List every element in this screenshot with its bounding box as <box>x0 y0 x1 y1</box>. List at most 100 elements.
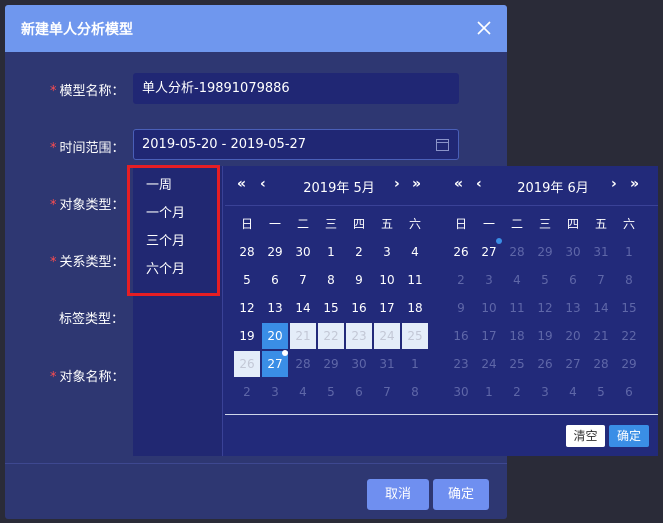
day-cell[interactable]: 26 <box>234 351 260 377</box>
day-cell[interactable]: 10 <box>374 267 400 293</box>
day-cell[interactable]: 29 <box>616 351 642 377</box>
day-cell[interactable]: 31 <box>374 351 400 377</box>
day-cell[interactable]: 3 <box>262 379 288 405</box>
day-cell[interactable]: 17 <box>374 295 400 321</box>
day-cell[interactable]: 20 <box>262 323 288 349</box>
next-month-icon-left[interactable]: › <box>394 176 400 192</box>
day-cell[interactable]: 6 <box>346 379 372 405</box>
day-cell[interactable]: 8 <box>318 267 344 293</box>
day-cell[interactable]: 2 <box>234 379 260 405</box>
weekday-header: 三 <box>538 217 551 231</box>
day-cell[interactable]: 12 <box>234 295 260 321</box>
weekday-header: 五 <box>380 217 393 231</box>
day-cell[interactable]: 18 <box>402 295 428 321</box>
time-range-input[interactable]: 2019-05-20 - 2019-05-27 <box>133 129 459 160</box>
day-cell[interactable]: 29 <box>262 239 288 265</box>
day-cell[interactable]: 1 <box>476 379 502 405</box>
day-cell[interactable]: 4 <box>402 239 428 265</box>
next-year-icon[interactable]: » <box>630 176 639 192</box>
day-cell[interactable]: 15 <box>616 295 642 321</box>
cancel-button[interactable]: 取消 <box>367 479 429 510</box>
day-cell[interactable]: 9 <box>448 295 474 321</box>
day-cell[interactable]: 7 <box>588 267 614 293</box>
day-cell[interactable]: 3 <box>532 379 558 405</box>
picker-footer: 清空 确定 <box>225 414 658 456</box>
day-cell[interactable]: 7 <box>374 379 400 405</box>
day-cell[interactable]: 18 <box>504 323 530 349</box>
day-cell[interactable]: 25 <box>402 323 428 349</box>
day-cell[interactable]: 29 <box>532 239 558 265</box>
next-year-icon-left[interactable]: » <box>412 176 421 192</box>
day-cell[interactable]: 27 <box>560 351 586 377</box>
day-cell[interactable]: 5 <box>532 267 558 293</box>
day-cell[interactable]: 20 <box>560 323 586 349</box>
weekday-header: 五 <box>594 217 607 231</box>
day-cell[interactable]: 30 <box>346 351 372 377</box>
day-cell[interactable]: 23 <box>448 351 474 377</box>
day-cell[interactable]: 5 <box>318 379 344 405</box>
day-cell[interactable]: 1 <box>616 239 642 265</box>
clear-button[interactable]: 清空 <box>566 425 605 447</box>
day-cell[interactable]: 11 <box>504 295 530 321</box>
day-cell[interactable]: 25 <box>504 351 530 377</box>
day-cell[interactable]: 22 <box>318 323 344 349</box>
day-cell[interactable]: 14 <box>290 295 316 321</box>
day-cell[interactable]: 6 <box>262 267 288 293</box>
day-cell[interactable]: 21 <box>588 323 614 349</box>
day-cell[interactable]: 30 <box>290 239 316 265</box>
day-cell[interactable]: 12 <box>532 295 558 321</box>
day-cell[interactable]: 1 <box>402 351 428 377</box>
day-cell[interactable]: 19 <box>532 323 558 349</box>
day-cell[interactable]: 2 <box>504 379 530 405</box>
picker-ok-button[interactable]: 确定 <box>609 425 649 447</box>
day-cell[interactable]: 14 <box>588 295 614 321</box>
day-cell[interactable]: 31 <box>588 239 614 265</box>
day-cell[interactable]: 26 <box>532 351 558 377</box>
day-cell[interactable]: 4 <box>560 379 586 405</box>
day-cell[interactable]: 28 <box>290 351 316 377</box>
weekday-header: 六 <box>622 217 635 231</box>
day-cell[interactable]: 22 <box>616 323 642 349</box>
day-cell[interactable]: 27 <box>262 350 288 377</box>
day-cell[interactable]: 2 <box>346 239 372 265</box>
day-cell[interactable]: 24 <box>374 323 400 349</box>
day-cell[interactable]: 24 <box>476 351 502 377</box>
day-cell[interactable]: 3 <box>374 239 400 265</box>
close-icon[interactable] <box>471 15 497 41</box>
ok-button[interactable]: 确定 <box>433 479 489 510</box>
day-cell[interactable]: 9 <box>346 267 372 293</box>
next-month-icon[interactable]: › <box>611 176 617 192</box>
day-cell[interactable]: 16 <box>448 323 474 349</box>
day-cell[interactable]: 23 <box>346 323 372 349</box>
day-cell[interactable]: 19 <box>234 323 260 349</box>
day-cell[interactable]: 30 <box>448 379 474 405</box>
day-cell[interactable]: 5 <box>234 267 260 293</box>
day-cell[interactable]: 29 <box>318 351 344 377</box>
day-cell[interactable]: 21 <box>290 323 316 349</box>
model-name-input[interactable]: 单人分析-19891079886 <box>133 73 459 104</box>
day-cell[interactable]: 28 <box>588 351 614 377</box>
day-cell[interactable]: 17 <box>476 323 502 349</box>
day-cell[interactable]: 10 <box>476 295 502 321</box>
day-cell[interactable]: 13 <box>262 295 288 321</box>
day-cell[interactable]: 2 <box>448 267 474 293</box>
day-cell[interactable]: 7 <box>290 267 316 293</box>
day-cell[interactable]: 1 <box>318 239 344 265</box>
day-cell[interactable]: 6 <box>560 267 586 293</box>
day-cell[interactable]: 27 <box>476 238 502 265</box>
day-cell[interactable]: 3 <box>476 267 502 293</box>
day-cell[interactable]: 4 <box>504 267 530 293</box>
day-cell[interactable]: 15 <box>318 295 344 321</box>
day-cell[interactable]: 4 <box>290 379 316 405</box>
day-cell[interactable]: 8 <box>402 379 428 405</box>
day-cell[interactable]: 28 <box>234 239 260 265</box>
day-cell[interactable]: 26 <box>448 239 474 265</box>
day-cell[interactable]: 11 <box>402 267 428 293</box>
day-cell[interactable]: 8 <box>616 267 642 293</box>
day-cell[interactable]: 30 <box>560 239 586 265</box>
day-cell[interactable]: 16 <box>346 295 372 321</box>
day-cell[interactable]: 28 <box>504 239 530 265</box>
day-cell[interactable]: 5 <box>588 379 614 405</box>
day-cell[interactable]: 13 <box>560 295 586 321</box>
day-cell[interactable]: 6 <box>616 379 642 405</box>
